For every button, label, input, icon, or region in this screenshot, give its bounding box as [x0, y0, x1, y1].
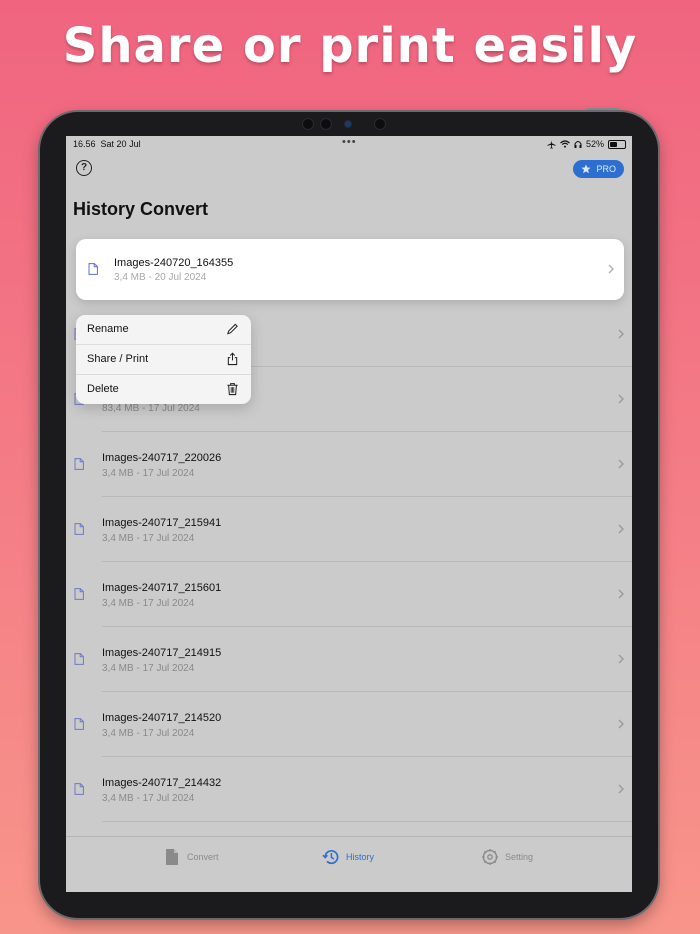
status-date: Sat 20 Jul: [100, 139, 141, 149]
history-item-name: Images-240717_214915: [102, 647, 222, 659]
history-item-meta: 83,4 MB - 17 Jul 2024: [102, 403, 200, 414]
history-list-item[interactable]: Images-240717_214520 3,4 MB - 17 Jul 2024: [66, 692, 632, 757]
menu-item-rename[interactable]: Rename: [76, 315, 251, 345]
status-time: 16.56 Sat 20 Jul: [73, 139, 141, 149]
history-item-name: Images-240717_214432: [102, 777, 222, 789]
history-item-meta: 3,4 MB - 17 Jul 2024: [102, 468, 195, 479]
file-icon: [74, 523, 84, 535]
history-item-name: Images-240717_220026: [102, 452, 222, 464]
chevron-right-icon: [618, 524, 624, 534]
menu-item-share-print[interactable]: Share / Print: [76, 345, 251, 375]
pro-label: PRO: [596, 164, 616, 174]
history-item-name: Images-240717_215941: [102, 517, 222, 529]
history-list-item[interactable]: Images-240717_215941 3,4 MB - 17 Jul 2024: [66, 497, 632, 562]
row-divider: [102, 821, 632, 822]
headphones-icon: [574, 140, 582, 148]
camera-array: [300, 118, 400, 130]
tab-label: Setting: [505, 852, 534, 862]
selected-history-item[interactable]: Images-240720_164355 3,4 MB - 20 Jul 202…: [76, 239, 624, 300]
tab-setting[interactable]: Setting: [481, 847, 533, 867]
tab-history[interactable]: History: [322, 847, 374, 867]
history-icon: [322, 849, 339, 865]
battery-fill: [610, 141, 617, 147]
app-screen: 16.56 Sat 20 Jul ••• 52% ? PRO History C…: [66, 136, 632, 892]
menu-item-label: Share / Print: [87, 353, 149, 365]
history-list-item[interactable]: Images-240717_214915 3,4 MB - 17 Jul 2024: [66, 627, 632, 692]
share-icon: [227, 352, 238, 366]
tab-label: History: [346, 852, 375, 862]
history-list-item[interactable]: Images-240717_214432 3,4 MB - 17 Jul 2024: [66, 757, 632, 822]
context-menu: Rename Share / Print Delete: [76, 315, 251, 404]
help-button[interactable]: ?: [76, 160, 92, 176]
chevron-right-icon: [618, 784, 624, 794]
history-list-item[interactable]: Images-240717_215601 3,4 MB - 17 Jul 2024: [66, 562, 632, 627]
tab-convert[interactable]: Convert: [163, 847, 219, 867]
wifi-icon: [560, 140, 570, 148]
tab-label: Convert: [187, 852, 219, 862]
chevron-right-icon: [618, 394, 624, 404]
menu-item-label: Rename: [87, 323, 129, 335]
star-icon: [581, 164, 592, 174]
pencil-icon: [227, 323, 238, 335]
tab-bar: Convert History Setting: [66, 836, 632, 892]
status-clock: 16.56: [73, 139, 96, 149]
chevron-right-icon: [618, 654, 624, 664]
status-bar: 16.56 Sat 20 Jul ••• 52%: [66, 136, 632, 152]
history-item-meta: 3,4 MB - 17 Jul 2024: [102, 598, 195, 609]
chevron-right-icon: [618, 589, 624, 599]
chevron-right-icon: [618, 719, 624, 729]
pro-upgrade-button[interactable]: PRO: [573, 160, 624, 178]
file-icon: [88, 263, 98, 275]
trash-icon: [227, 383, 238, 396]
menu-item-label: Delete: [87, 383, 119, 395]
chevron-right-icon: [618, 329, 624, 339]
history-item-meta: 3,4 MB - 17 Jul 2024: [102, 793, 195, 804]
history-list-item[interactable]: Images-240717_220026 3,4 MB - 17 Jul 2024: [66, 432, 632, 497]
chevron-right-icon: [618, 459, 624, 469]
file-icon: [74, 783, 84, 795]
battery-percent: 52%: [585, 139, 604, 149]
chevron-right-icon: [608, 264, 614, 274]
file-icon: [74, 653, 84, 665]
promo-headline: Share or print easily: [62, 18, 638, 74]
selected-item-name: Images-240720_164355: [114, 257, 234, 269]
file-icon: [74, 718, 84, 730]
file-icon: [74, 588, 84, 600]
history-item-name: Images-240717_215601: [102, 582, 222, 594]
airplane-icon: [547, 139, 556, 149]
multitask-dots-icon[interactable]: •••: [342, 136, 357, 148]
status-indicators: 52%: [547, 139, 626, 149]
battery-icon: [608, 139, 626, 149]
gear-icon: [482, 849, 498, 865]
history-item-meta: 3,4 MB - 17 Jul 2024: [102, 533, 195, 544]
document-icon: [166, 849, 178, 865]
history-item-meta: 3,4 MB - 17 Jul 2024: [102, 663, 195, 674]
history-item-name: Images-240717_214520: [102, 712, 222, 724]
menu-item-delete[interactable]: Delete: [76, 375, 251, 404]
selected-item-meta: 3,4 MB - 20 Jul 2024: [114, 272, 207, 283]
page-title: History Convert: [73, 199, 209, 219]
file-icon: [74, 458, 84, 470]
history-item-meta: 3,4 MB - 17 Jul 2024: [102, 728, 195, 739]
